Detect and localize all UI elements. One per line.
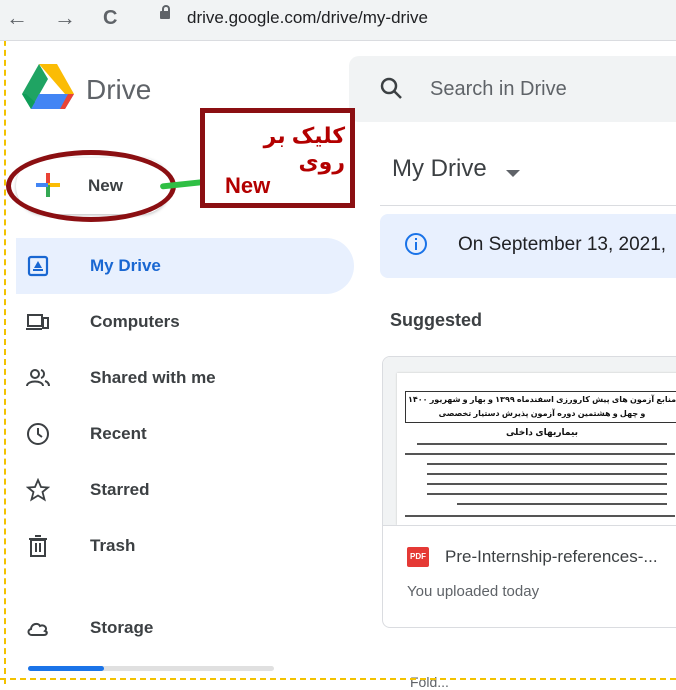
annotation-text-en: New (225, 173, 271, 198)
sidebar-item-label: Storage (90, 618, 154, 637)
star-icon (26, 478, 50, 502)
annotation-ring (6, 150, 176, 222)
banner-text: On September 13, 2021, (458, 234, 667, 255)
doc-title-line-2: و چهل و هشتمین دوره آزمون پذیرش دستیار ت… (438, 409, 646, 418)
search-input[interactable]: Search in Drive (430, 78, 567, 101)
sidebar-item-label: My Drive (90, 256, 161, 275)
sidebar-item-my-drive[interactable]: My Drive (16, 238, 354, 294)
sidebar-item-starred[interactable]: Starred (16, 462, 354, 518)
annotation-text-fa: کلیک بر روی (263, 123, 345, 174)
app-name: Drive (86, 74, 152, 105)
lock-icon[interactable] (160, 5, 170, 19)
doc-text-line (427, 473, 667, 475)
sidebar-item-recent[interactable]: Recent (16, 406, 354, 462)
doc-text-line (427, 483, 667, 485)
chevron-down-icon[interactable] (506, 170, 520, 177)
sidebar-item-computers[interactable]: Computers (16, 294, 354, 350)
sidebar-item-shared-with-me[interactable]: Shared with me (16, 350, 354, 406)
back-icon[interactable]: ← (6, 5, 28, 31)
clock-icon (27, 423, 49, 445)
browser-address-bar: ← → C drive.google.com/drive/my-drive (0, 0, 676, 41)
storage-progress-fill (28, 666, 105, 671)
drive-logo-icon[interactable] (22, 64, 74, 110)
reload-icon[interactable]: C (103, 7, 117, 30)
doc-text-line (457, 503, 667, 505)
storage-progress-bar (28, 666, 274, 671)
annotation-callout: کلیک بر روی New (200, 108, 355, 208)
info-banner: On September 13, 2021, (380, 214, 676, 278)
url-text[interactable]: drive.google.com/drive/my-drive (187, 8, 428, 28)
sidebar-item-trash[interactable]: Trash (16, 518, 354, 574)
file-card[interactable]: منابع آزمون های پیش کارورزی اسفندماه ۱۳۹… (382, 356, 676, 628)
guide-line-left (4, 0, 6, 684)
sidebar-item-label: Trash (90, 536, 136, 555)
forward-icon[interactable]: → (54, 5, 76, 31)
file-subtitle: You uploaded today (407, 583, 540, 600)
page-title[interactable]: My Drive (392, 155, 487, 183)
doc-text-line (405, 515, 675, 517)
suggested-heading: Suggested (390, 310, 483, 330)
sidebar-item-label: Shared with me (90, 368, 216, 387)
file-thumbnail: منابع آزمون های پیش کارورزی اسفندماه ۱۳۹… (383, 357, 676, 526)
doc-text-line (405, 453, 675, 455)
file-name[interactable]: Pre-Internship-references-... (445, 547, 658, 567)
doc-text-line (427, 463, 667, 465)
computers-icon (26, 314, 49, 330)
guide-line-bottom (0, 678, 676, 680)
shared-icon (26, 369, 50, 387)
cloud-icon (27, 622, 48, 636)
doc-title-line-1: منابع آزمون های پیش کارورزی اسفندماه ۱۳۹… (407, 395, 676, 404)
sidebar-item-label: Starred (90, 480, 150, 499)
doc-text-line (417, 443, 667, 445)
trash-icon (29, 535, 47, 557)
pdf-icon: PDF (407, 547, 429, 567)
folders-heading-cutoff: Fold... (410, 674, 449, 690)
search-icon[interactable] (379, 76, 403, 100)
sidebar-item-storage[interactable]: Storage (16, 600, 354, 656)
info-icon (405, 233, 427, 255)
doc-heading: بیماریهای داخلی (505, 427, 579, 437)
sidebar-item-label: Recent (90, 424, 147, 443)
my-drive-icon (27, 255, 49, 277)
search-bar[interactable]: Search in Drive (349, 56, 676, 122)
divider (380, 205, 676, 206)
document-preview: منابع آزمون های پیش کارورزی اسفندماه ۱۳۹… (397, 373, 676, 525)
doc-text-line (427, 493, 667, 495)
sidebar-item-label: Computers (90, 312, 180, 331)
